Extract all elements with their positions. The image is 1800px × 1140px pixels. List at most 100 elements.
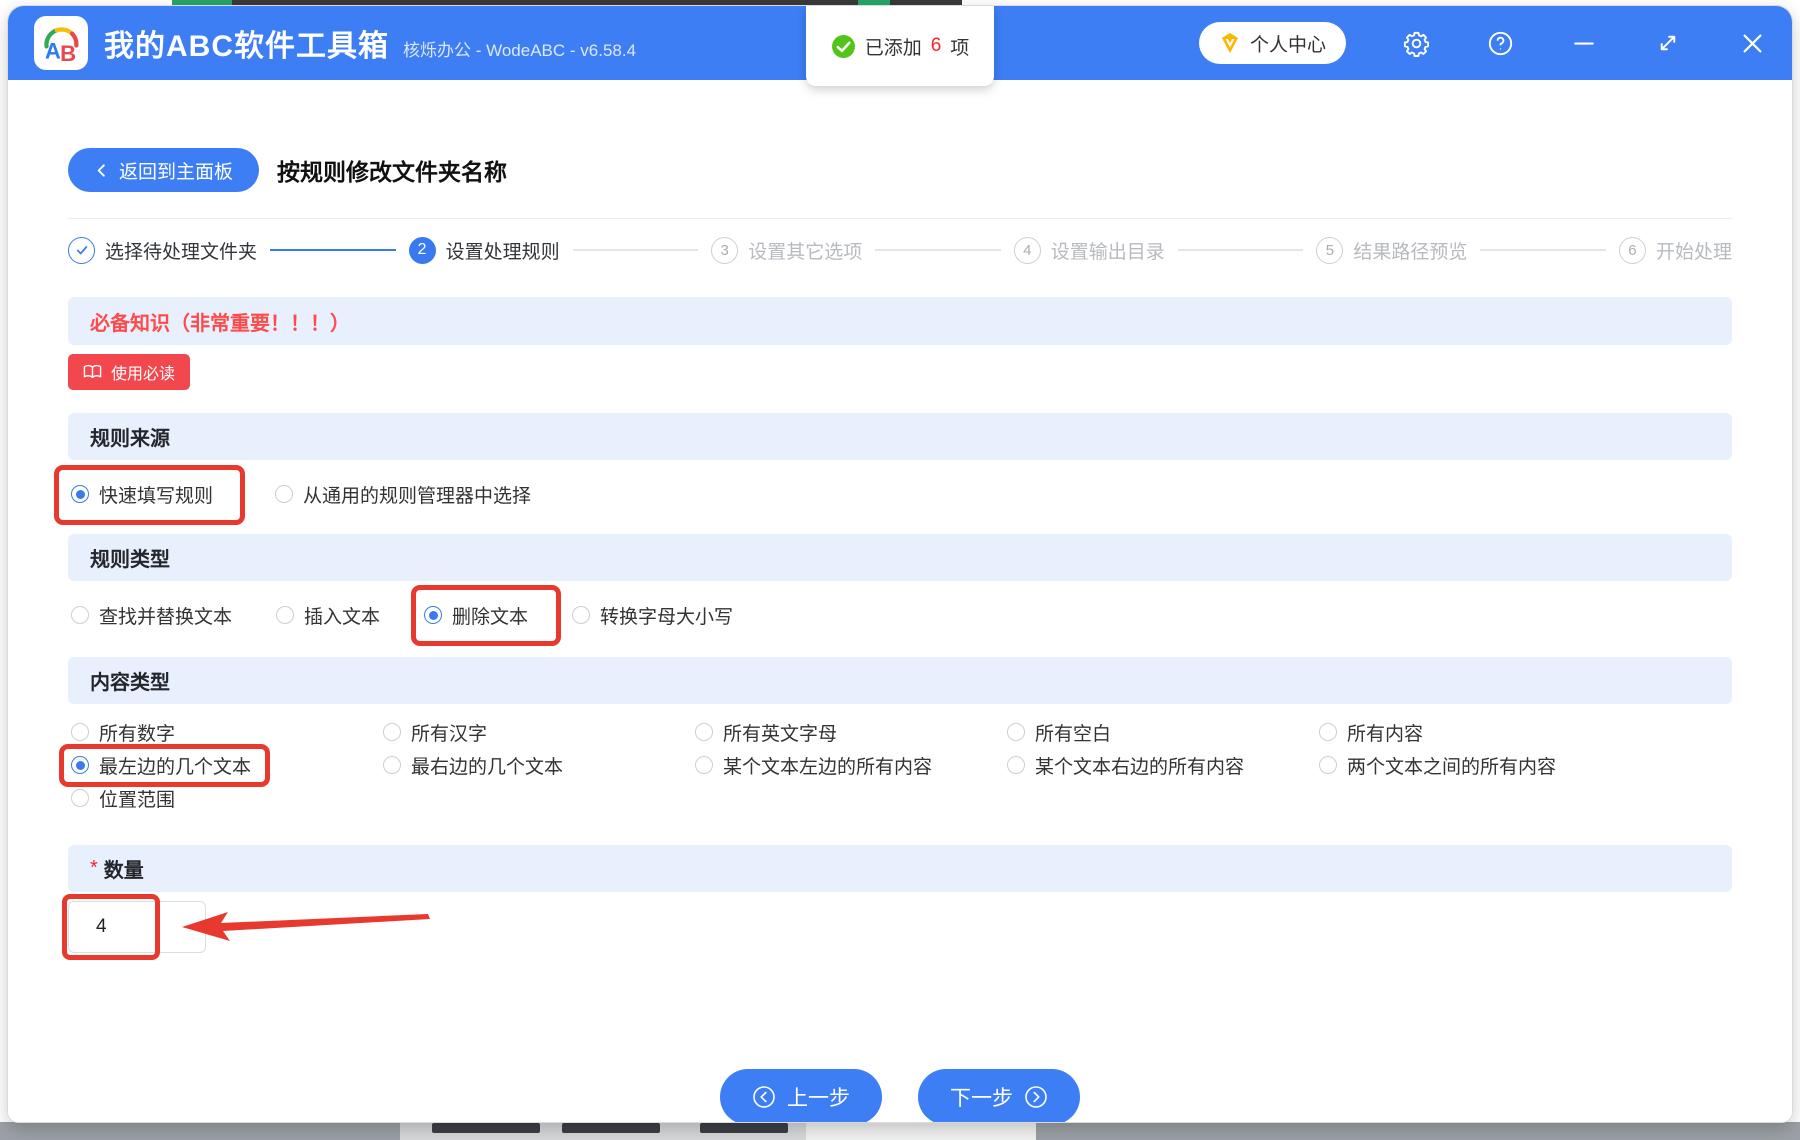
- radio-delete-text[interactable]: 删除文本: [411, 584, 562, 646]
- must-read-label: 使用必读: [111, 366, 176, 383]
- step-number: 5: [1316, 236, 1344, 264]
- step-3-other-options: 3 设置其它选项: [711, 236, 863, 264]
- open-book-icon: [83, 364, 102, 379]
- radio-dot-icon: [71, 756, 89, 775]
- maximize-resize-icon[interactable]: [1654, 29, 1682, 57]
- wizard-footer: 上一步 下一步: [68, 1069, 1732, 1122]
- rule-source-band: 规则来源: [68, 413, 1732, 460]
- must-read-button[interactable]: 使用必读: [68, 354, 191, 390]
- toast-count: 6: [930, 35, 942, 56]
- step-4-output-dir: 4 设置输出目录: [1013, 236, 1165, 264]
- radio-all-chinese[interactable]: 所有汉字: [383, 719, 487, 746]
- content-type-title: 内容类型: [90, 672, 170, 694]
- radio-label: 某个文本左边的所有内容: [723, 756, 933, 778]
- user-center-button[interactable]: 个人中心: [1198, 22, 1346, 64]
- radio-all-whitespace[interactable]: 所有空白: [1007, 719, 1111, 746]
- radio-label: 所有汉字: [411, 723, 488, 745]
- step-label: 设置其它选项: [748, 241, 863, 263]
- svg-text:A: A: [45, 38, 61, 63]
- quantity-title: 数量: [103, 860, 144, 882]
- rule-source-options: 快速填写规则 从通用的规则管理器中选择: [53, 464, 1732, 525]
- step-number: 6: [1618, 236, 1646, 264]
- radio-position-range[interactable]: 位置范围: [71, 785, 175, 812]
- radio-dot-icon: [424, 606, 443, 624]
- important-notice-banner: 必备知识（非常重要！！！）: [68, 297, 1732, 345]
- radio-dot-icon: [383, 756, 401, 775]
- titlebar-controls: 个人中心: [1198, 22, 1766, 64]
- rule-source-title: 规则来源: [90, 428, 170, 450]
- step-number: 2: [408, 236, 436, 264]
- step-1-check-icon: [68, 236, 95, 264]
- close-icon[interactable]: [1738, 29, 1766, 57]
- radio-dot-icon: [1007, 723, 1025, 742]
- radio-label: 从通用的规则管理器中选择: [303, 485, 532, 507]
- background-fragment: [806, 1122, 1036, 1140]
- radio-all-english-letters[interactable]: 所有英文字母: [695, 719, 837, 746]
- radio-dot-icon: [1319, 756, 1337, 775]
- radio-content-between-texts[interactable]: 两个文本之间的所有内容: [1319, 752, 1556, 779]
- radio-from-rule-manager[interactable]: 从通用的规则管理器中选择: [275, 481, 531, 508]
- radio-dot-icon: [71, 723, 89, 742]
- app-window: A B 我的ABC软件工具箱 核烁办公 - WodeABC - v6.58.4 …: [8, 6, 1792, 1122]
- radio-dot-icon: [275, 485, 294, 503]
- success-check-icon: [831, 34, 855, 58]
- content-type-row: 所有数字 所有汉字 所有英文字母 所有空白 所有内容: [68, 716, 1732, 749]
- radio-label: 两个文本之间的所有内容: [1347, 756, 1557, 778]
- background-text-fragment: [700, 1123, 788, 1133]
- minimize-icon[interactable]: [1570, 29, 1598, 57]
- step-label: 开始处理: [1655, 241, 1732, 263]
- radio-label: 最右边的几个文本: [411, 756, 564, 778]
- app-subtitle: 核烁办公 - WodeABC - v6.58.4: [403, 40, 637, 60]
- radio-label: 转换字母大小写: [600, 606, 734, 628]
- radio-label: 快速填写规则: [99, 485, 214, 507]
- radio-dot-icon: [71, 485, 89, 503]
- quantity-band: * 数量: [68, 845, 1732, 892]
- radio-find-replace-text[interactable]: 查找并替换文本: [71, 602, 232, 629]
- radio-content-left-of-text[interactable]: 某个文本左边的所有内容: [695, 752, 932, 779]
- radio-label: 删除文本: [452, 606, 529, 628]
- background-text-fragment: [562, 1123, 660, 1133]
- radio-quick-fill-rule[interactable]: 快速填写规则: [53, 464, 246, 525]
- previous-step-label: 上一步: [787, 1087, 850, 1110]
- radio-label: 位置范围: [99, 789, 176, 811]
- radio-content-right-of-text[interactable]: 某个文本右边的所有内容: [1007, 752, 1244, 779]
- radio-insert-text[interactable]: 插入文本: [276, 602, 380, 629]
- step-label: 结果路径预览: [1353, 241, 1468, 263]
- radio-dot-icon: [71, 606, 89, 624]
- radio-label: 所有英文字母: [723, 723, 838, 745]
- quantity-input[interactable]: [68, 901, 206, 953]
- step-1-select-folders: 选择待处理文件夹: [68, 236, 257, 264]
- next-step-label: 下一步: [950, 1087, 1013, 1110]
- step-indicator: 选择待处理文件夹 2 设置处理规则 3 设置其它选项 4 设置输出目录 5 结果…: [68, 219, 1732, 281]
- app-title: 我的ABC软件工具箱: [104, 30, 389, 63]
- previous-step-button[interactable]: 上一步: [720, 1069, 882, 1122]
- step-connector: [572, 249, 699, 251]
- annotation-arrow-icon: [182, 912, 430, 941]
- toast-prefix: 已添加: [864, 37, 922, 59]
- next-step-button[interactable]: 下一步: [918, 1069, 1080, 1122]
- radio-convert-letter-case[interactable]: 转换字母大小写: [572, 602, 733, 629]
- svg-text:B: B: [60, 41, 76, 66]
- desktop: A B 我的ABC软件工具箱 核烁办公 - WodeABC - v6.58.4 …: [0, 0, 1800, 1140]
- radio-dot-icon: [695, 723, 713, 742]
- step-connector: [875, 249, 1001, 251]
- back-button-label: 返回到主面板: [119, 161, 234, 183]
- circle-chevron-right-icon: [1025, 1086, 1047, 1108]
- radio-dot-icon: [1319, 723, 1337, 742]
- help-icon[interactable]: [1486, 29, 1514, 57]
- step-number: 3: [711, 236, 739, 264]
- rule-type-band: 规则类型: [68, 534, 1732, 581]
- radio-all-content[interactable]: 所有内容: [1319, 719, 1423, 746]
- settings-gear-icon[interactable]: [1402, 29, 1430, 57]
- main-content: 返回到主面板 按规则修改文件夹名称 选择待处理文件夹 2 设置处理规则 3 设置…: [8, 148, 1792, 1122]
- quantity-input-row: [62, 894, 1732, 960]
- user-center-label: 个人中心: [1249, 34, 1326, 56]
- radio-rightmost-texts[interactable]: 最右边的几个文本: [383, 752, 563, 779]
- radio-all-digits[interactable]: 所有数字: [71, 719, 175, 746]
- step-label: 设置处理规则: [445, 241, 560, 263]
- radio-leftmost-texts[interactable]: 最左边的几个文本: [58, 743, 271, 787]
- back-to-main-button[interactable]: 返回到主面板: [68, 148, 260, 192]
- app-logo: A B: [34, 16, 88, 70]
- radio-dot-icon: [383, 723, 401, 742]
- vip-gem-icon: [1221, 33, 1238, 53]
